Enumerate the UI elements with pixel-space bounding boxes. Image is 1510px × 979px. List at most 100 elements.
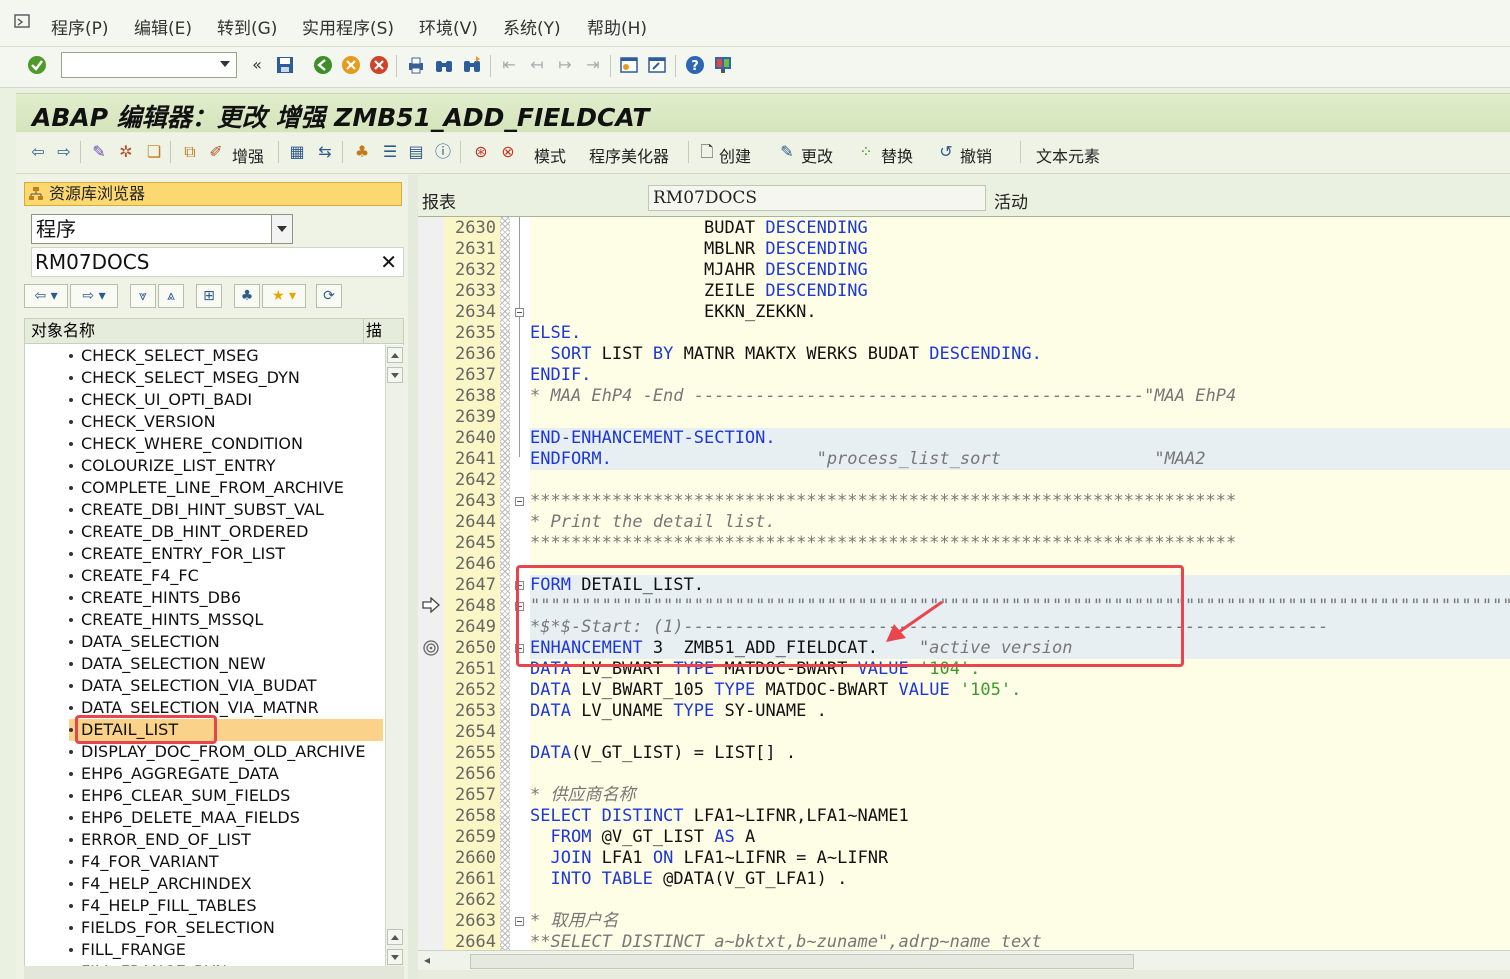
code-line[interactable]: * MAA EhP4 -End ------------------------… bbox=[530, 386, 1510, 407]
chevron-down-icon[interactable] bbox=[220, 61, 230, 67]
tree-item[interactable]: COLOURIZE_LIST_ENTRY bbox=[69, 455, 383, 477]
code-line[interactable]: SORT LIST BY MATNR MAKTX WERKS BUDAT DES… bbox=[530, 344, 1510, 365]
menu-help[interactable]: 帮助(H) bbox=[587, 14, 647, 39]
tree-item[interactable]: DATA_SELECTION bbox=[69, 631, 383, 653]
tree-item[interactable]: CREATE_ENTRY_FOR_LIST bbox=[69, 543, 383, 565]
code-line[interactable]: BUDAT DESCENDING bbox=[530, 218, 1510, 239]
find-button[interactable]: ⊞ bbox=[196, 284, 222, 308]
column-object-name[interactable]: 对象名称 bbox=[31, 319, 95, 343]
fold-toggle-icon[interactable] bbox=[515, 308, 524, 317]
tree-item[interactable]: CHECK_SELECT_MSEG bbox=[69, 345, 383, 367]
enhance-icon[interactable]: ✐ bbox=[206, 142, 226, 162]
menu-program[interactable]: 程序(P) bbox=[51, 14, 109, 39]
code-line[interactable]: * 供应商名称 bbox=[530, 785, 1510, 806]
expand-button[interactable]: ⩔ bbox=[130, 284, 156, 308]
fold-toggle-icon[interactable] bbox=[515, 917, 524, 926]
editor-horizontal-scrollbar[interactable]: ◂ bbox=[418, 950, 1510, 971]
code-line[interactable]: MJAHR DESCENDING bbox=[530, 260, 1510, 281]
replace-button[interactable]: 替换 bbox=[881, 143, 913, 167]
code-line[interactable]: DATA LV_UNAME TYPE SY-UNAME . bbox=[530, 701, 1510, 722]
tree-horizontal-scrollbar[interactable] bbox=[24, 966, 404, 979]
menu-environment[interactable]: 环境(V) bbox=[419, 14, 478, 39]
external-breakpoint-icon[interactable]: ⊗ bbox=[498, 142, 518, 162]
table-icon[interactable]: ▤ bbox=[406, 142, 426, 162]
favorites-button[interactable]: ★ ▾ bbox=[262, 284, 306, 308]
object-type-select[interactable]: 程序 bbox=[31, 214, 293, 244]
code-line[interactable]: * Print the detail list. bbox=[530, 512, 1510, 533]
next-page-icon[interactable]: ↦ bbox=[555, 55, 575, 75]
last-page-icon[interactable]: ⇥ bbox=[583, 55, 603, 75]
tree-item[interactable]: F4_HELP_ARCHINDEX bbox=[69, 873, 383, 895]
tree-item[interactable]: CREATE_DBI_HINT_SUBST_VAL bbox=[69, 499, 383, 521]
hierarchy-button[interactable]: ♣ bbox=[234, 284, 260, 308]
scroll-left-icon[interactable]: ◂ bbox=[424, 953, 430, 967]
text-elements-button[interactable]: 文本元素 bbox=[1036, 143, 1100, 167]
tree-item[interactable]: F4_FOR_VARIANT bbox=[69, 851, 383, 873]
tree-item[interactable]: CHECK_VERSION bbox=[69, 411, 383, 433]
activate-icon[interactable]: ✲ bbox=[116, 142, 136, 162]
change-icon[interactable]: ✎ bbox=[777, 142, 797, 162]
tree-item[interactable]: EHP6_DELETE_MAA_FIELDS bbox=[69, 807, 383, 829]
tree-vertical-scrollbar[interactable] bbox=[385, 345, 404, 967]
tree-item[interactable]: DATA_SELECTION_NEW bbox=[69, 653, 383, 675]
shortcut-icon[interactable] bbox=[647, 55, 667, 75]
code-line[interactable]: END-ENHANCEMENT-SECTION. bbox=[530, 428, 1510, 449]
code-line[interactable]: ENDIF. bbox=[530, 365, 1510, 386]
where-used-icon[interactable]: ⧉ bbox=[180, 142, 200, 162]
stack-icon[interactable]: ☰ bbox=[380, 142, 400, 162]
tree-item[interactable]: COMPLETE_LINE_FROM_ARCHIVE bbox=[69, 477, 383, 499]
find-next-icon[interactable] bbox=[462, 55, 482, 75]
new-session-icon[interactable] bbox=[619, 55, 639, 75]
code-line[interactable]: * 取用户名 bbox=[530, 911, 1510, 932]
hierarchy-icon[interactable]: ♣ bbox=[352, 142, 372, 162]
breakpoint-icon[interactable]: ⊛ bbox=[471, 142, 491, 162]
code-line[interactable]: ****************************************… bbox=[530, 491, 1510, 512]
layout-icon[interactable] bbox=[713, 55, 733, 75]
back-icon[interactable] bbox=[313, 55, 333, 75]
menu-utilities[interactable]: 实用程序(S) bbox=[302, 14, 394, 39]
menu-system[interactable]: 系统(Y) bbox=[503, 14, 561, 39]
fold-toggle-icon[interactable] bbox=[515, 497, 524, 506]
back-nav-button[interactable]: ⇦ ▾ bbox=[24, 284, 68, 308]
tree-item[interactable]: CREATE_HINTS_MSSQL bbox=[69, 609, 383, 631]
repository-browser-header[interactable]: 资源库浏览器 bbox=[24, 182, 402, 206]
tree-item[interactable]: EHP6_CLEAR_SUM_FIELDS bbox=[69, 785, 383, 807]
navigation-window-icon[interactable]: ⇆ bbox=[315, 142, 335, 162]
scroll-down-icon[interactable] bbox=[387, 949, 403, 965]
tree-item[interactable]: FIELDS_FOR_SELECTION bbox=[69, 917, 383, 939]
chevron-down-icon[interactable] bbox=[271, 215, 292, 243]
code-line[interactable] bbox=[530, 470, 1510, 491]
find-icon[interactable] bbox=[434, 55, 454, 75]
tree-item[interactable]: CHECK_SELECT_MSEG_DYN bbox=[69, 367, 383, 389]
tree-item[interactable]: CHECK_UI_OPTI_BADI bbox=[69, 389, 383, 411]
code-line[interactable]: INTO TABLE @DATA(V_GT_LFA1) . bbox=[530, 869, 1510, 890]
tree-item[interactable]: EHP6_AGGREGATE_DATA bbox=[69, 763, 383, 785]
first-page-icon[interactable]: ⇤ bbox=[499, 55, 519, 75]
code-line[interactable]: ELSE. bbox=[530, 323, 1510, 344]
change-button[interactable]: 更改 bbox=[801, 143, 833, 167]
prev-page-icon[interactable]: ↤ bbox=[527, 55, 547, 75]
code-line[interactable] bbox=[530, 764, 1510, 785]
tree-item[interactable]: CREATE_F4_FC bbox=[69, 565, 383, 587]
save-icon[interactable] bbox=[275, 55, 295, 75]
arrow-right-icon[interactable]: ⇨ bbox=[54, 142, 74, 162]
info-icon[interactable]: ⓘ bbox=[433, 142, 453, 162]
undo-icon[interactable]: ↺ bbox=[936, 142, 956, 162]
replace-icon[interactable]: ⁘ bbox=[856, 142, 876, 162]
code-line[interactable]: DATA LV_BWART_105 TYPE MATDOC-BWART VALU… bbox=[530, 680, 1510, 701]
pretty-printer-button[interactable]: 程序美化器 bbox=[589, 143, 669, 167]
undo-button[interactable]: 撤销 bbox=[960, 143, 992, 167]
command-field[interactable] bbox=[61, 52, 237, 78]
scroll-thumb[interactable] bbox=[470, 954, 1134, 969]
code-line[interactable] bbox=[530, 722, 1510, 743]
tree-item[interactable]: CHECK_WHERE_CONDITION bbox=[69, 433, 383, 455]
display-object-list-icon[interactable]: ▦ bbox=[287, 142, 307, 162]
tree-item[interactable]: CREATE_HINTS_DB6 bbox=[69, 587, 383, 609]
enhance-button[interactable]: 增强 bbox=[232, 143, 264, 167]
code-line[interactable]: EKKN_ZEKKN. bbox=[530, 302, 1510, 323]
help-icon[interactable]: ? bbox=[685, 55, 705, 75]
code-line[interactable]: JOIN LFA1 ON LFA1~LIFNR = A~LIFNR bbox=[530, 848, 1510, 869]
forward-nav-button[interactable]: ⇨ ▾ bbox=[70, 284, 118, 308]
exit-icon[interactable] bbox=[341, 55, 361, 75]
code-line[interactable]: **SELECT DISTINCT a~bktxt,b~zuname",adrp… bbox=[530, 932, 1510, 951]
